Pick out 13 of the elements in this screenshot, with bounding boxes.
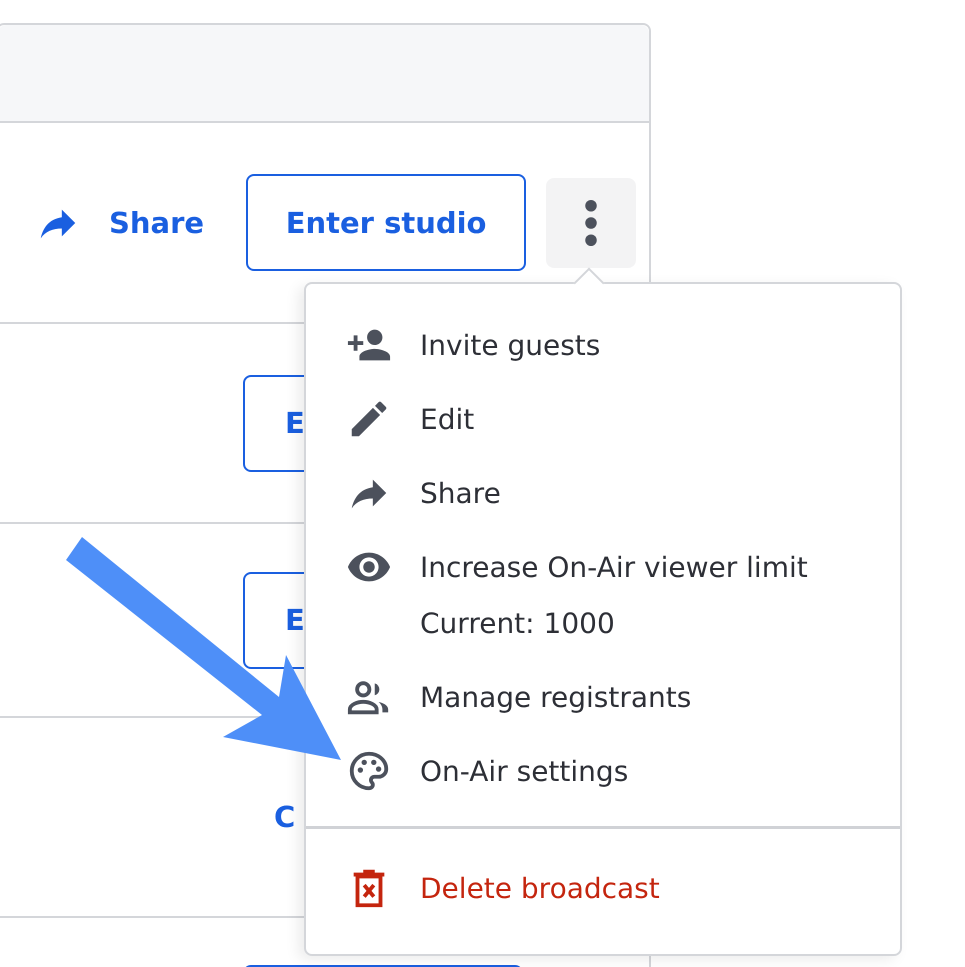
menu-item-detail: Current: 1000 [419, 606, 616, 642]
menu-item[interactable]: On-Air settings [306, 734, 900, 808]
row-link[interactable]: C [274, 800, 296, 834]
enter-studio-button[interactable]: Enter studio [246, 174, 526, 271]
kebab-icon [585, 200, 598, 246]
more-options-button[interactable] [546, 178, 636, 268]
menu-item[interactable]: Edit [306, 382, 900, 456]
share-link[interactable]: Share [35, 200, 204, 246]
menu-item[interactable]: Delete broadcast [306, 845, 900, 931]
menu-item[interactable]: Increase On-Air viewer limit [306, 530, 900, 604]
menu-item[interactable]: Share [306, 456, 900, 530]
menu-item[interactable]: Manage registrants [306, 660, 900, 734]
menu-item[interactable]: Invite guests [306, 308, 900, 382]
